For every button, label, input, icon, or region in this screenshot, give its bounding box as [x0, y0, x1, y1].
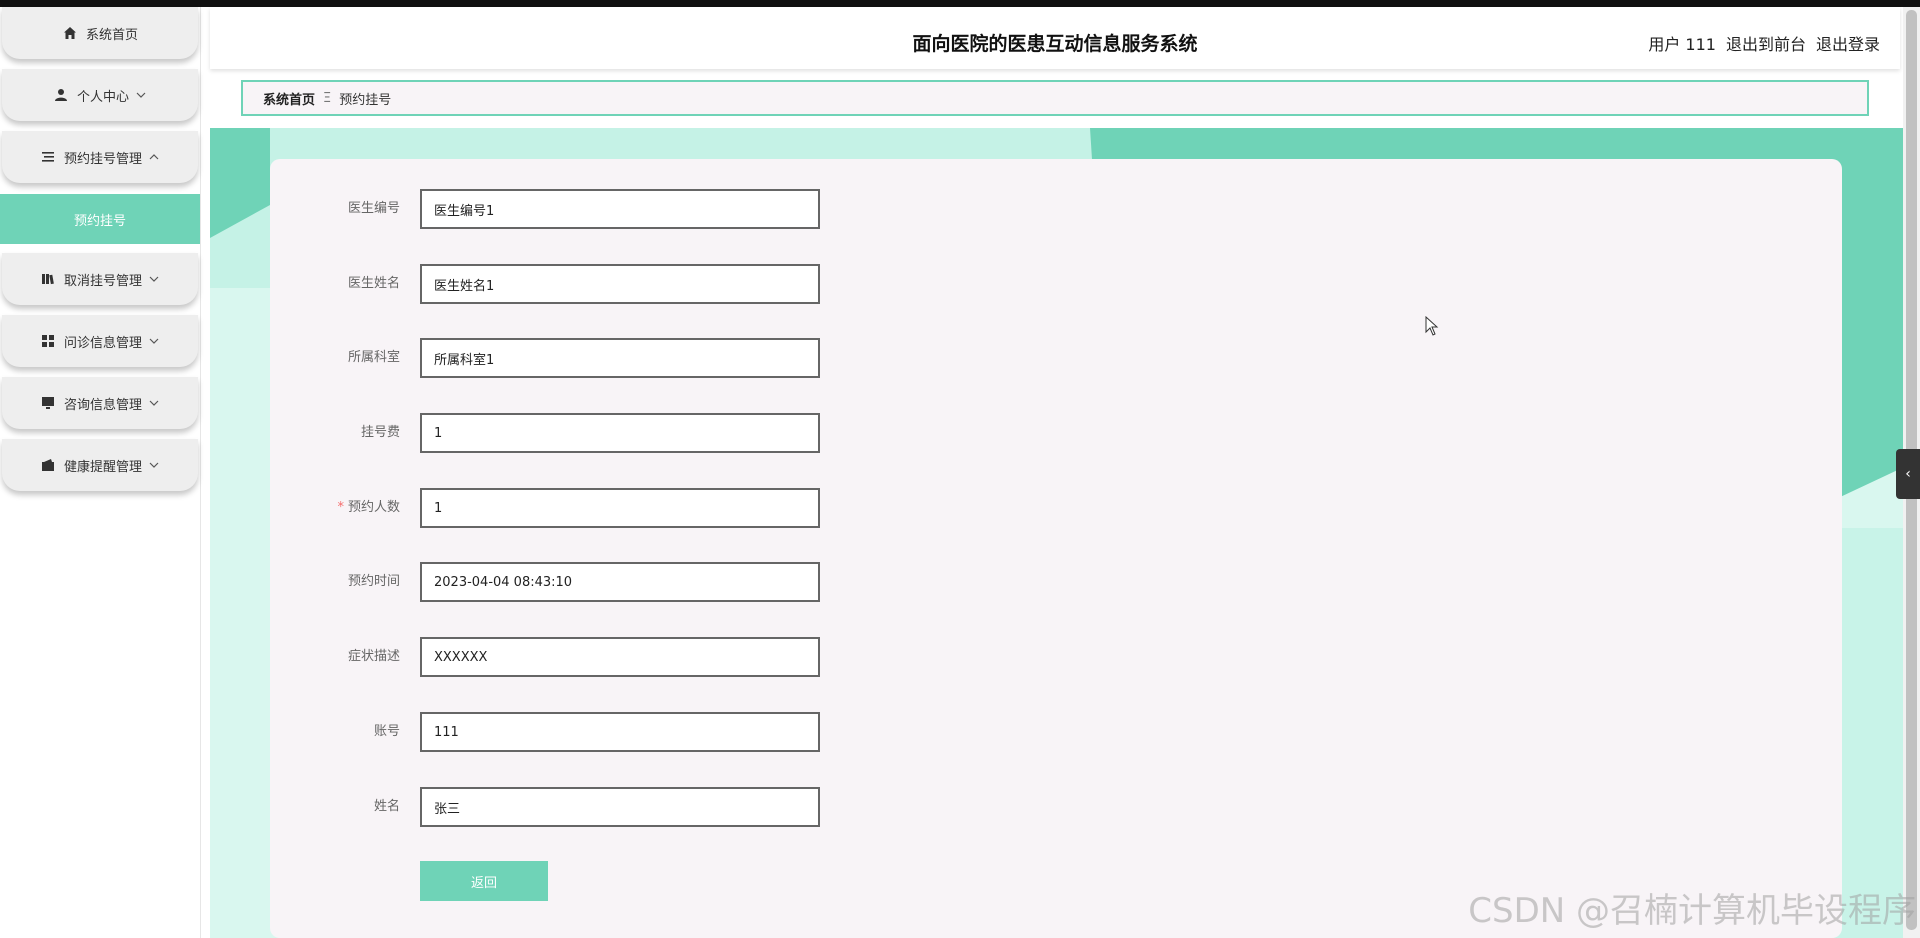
sidebar-item-appointment-mgmt[interactable]: 预约挂号管理 — [2, 131, 198, 183]
collapse-tab[interactable]: ‹ — [1896, 449, 1920, 499]
sidebar-item-inquiry-mgmt[interactable]: 咨询信息管理 — [2, 377, 198, 429]
breadcrumb-separator: Ξ — [323, 90, 332, 106]
chevron-down-icon — [148, 397, 160, 409]
chevron-down-icon — [135, 89, 147, 101]
sidebar-item-label: 咨询信息管理 — [63, 397, 142, 413]
sidebar: 系统首页 个人中心 预约挂号管理 预约挂号 取消挂号管理 问诊信息管理 咨询信息… — [0, 7, 201, 938]
field-label: 姓名 — [373, 799, 400, 814]
doctor-id-field[interactable] — [420, 189, 820, 229]
chevron-left-icon: ‹ — [1905, 466, 1911, 482]
home-icon — [62, 25, 78, 41]
app-title: 面向医院的医患互动信息服务系统 — [912, 34, 1198, 55]
form-row-appointment-time: 预约时间 — [270, 562, 1170, 602]
form-row-appointment-count: * 预约人数 — [270, 488, 1170, 528]
exit-to-front-link[interactable]: 退出到前台 — [1726, 31, 1806, 55]
chevron-up-icon — [148, 151, 160, 163]
registration-fee-field[interactable] — [420, 413, 820, 453]
watermark: CSDN @召楠计算机毕设程序 — [1468, 891, 1916, 931]
required-mark: * — [337, 500, 344, 515]
field-label: 预约时间 — [347, 574, 400, 589]
doctor-name-field[interactable] — [420, 264, 820, 304]
breadcrumb-current: 预约挂号 — [339, 92, 392, 108]
account-field[interactable] — [420, 712, 820, 752]
form-row-registration-fee: 挂号费 — [270, 413, 1170, 453]
sidebar-item-label: 取消挂号管理 — [63, 273, 142, 289]
sidebar-subitem-label: 预约挂号 — [73, 213, 126, 229]
field-label: 所属科室 — [347, 350, 400, 365]
appointment-count-field[interactable] — [420, 488, 820, 528]
user-area: 用户 111 退出到前台 退出登录 — [1648, 31, 1880, 55]
wallet-icon — [40, 457, 56, 473]
form-row-department: 所属科室 — [270, 338, 1170, 378]
mouse-cursor-icon — [1425, 316, 1439, 336]
breadcrumb: 系统首页 Ξ 预约挂号 — [241, 80, 1869, 116]
username-label: 用户 111 — [1648, 35, 1716, 54]
sidebar-item-health-reminder-mgmt[interactable]: 健康提醒管理 — [2, 439, 198, 491]
sidebar-item-label: 预约挂号管理 — [63, 151, 142, 167]
sidebar-subitem-appointment[interactable]: 预约挂号 — [0, 194, 200, 244]
symptom-description-field[interactable] — [420, 637, 820, 677]
top-header: 面向医院的医患互动信息服务系统 用户 111 退出到前台 退出登录 — [210, 7, 1900, 69]
field-label: 挂号费 — [360, 425, 400, 440]
list-icon — [40, 149, 56, 165]
chevron-down-icon — [148, 335, 160, 347]
sidebar-item-profile[interactable]: 个人中心 — [2, 69, 198, 121]
form-row-account: 账号 — [270, 712, 1170, 752]
grid-icon — [40, 333, 56, 349]
field-label: 症状描述 — [347, 649, 400, 664]
department-field[interactable] — [420, 338, 820, 378]
sidebar-item-cancel-mgmt[interactable]: 取消挂号管理 — [2, 253, 198, 305]
field-label: * 预约人数 — [337, 500, 400, 515]
field-label: 账号 — [373, 724, 400, 739]
breadcrumb-home[interactable]: 系统首页 — [263, 89, 315, 108]
sidebar-item-home[interactable]: 系统首页 — [2, 7, 198, 59]
appointment-time-field[interactable] — [420, 562, 820, 602]
chevron-down-icon — [148, 273, 160, 285]
sidebar-item-label: 健康提醒管理 — [63, 459, 142, 475]
sidebar-item-consult-info-mgmt[interactable]: 问诊信息管理 — [2, 315, 198, 367]
form-row-doctor-name: 医生姓名 — [270, 264, 1170, 304]
top-strip — [0, 0, 1920, 7]
logout-link[interactable]: 退出登录 — [1816, 31, 1880, 55]
field-label: 医生姓名 — [347, 276, 400, 291]
sidebar-item-label: 个人中心 — [76, 89, 129, 105]
form-row-name: 姓名 — [270, 787, 1170, 827]
form-row-symptom-description: 症状描述 — [270, 637, 1170, 677]
back-button[interactable]: 返回 — [420, 861, 548, 901]
appointment-detail-form: 医生编号 医生姓名 所属科室 挂号费 *预约人数 预约时间 症状描述 账号 姓名… — [270, 159, 1842, 938]
book-icon — [40, 271, 56, 287]
form-row-doctor-id: 医生编号 — [270, 189, 1170, 229]
name-field[interactable] — [420, 787, 820, 827]
field-label: 医生编号 — [347, 201, 400, 216]
sidebar-item-label: 问诊信息管理 — [63, 335, 142, 351]
sidebar-item-label: 系统首页 — [85, 27, 138, 43]
chevron-down-icon — [148, 459, 160, 471]
monitor-icon — [40, 395, 56, 411]
user-icon — [53, 87, 69, 103]
